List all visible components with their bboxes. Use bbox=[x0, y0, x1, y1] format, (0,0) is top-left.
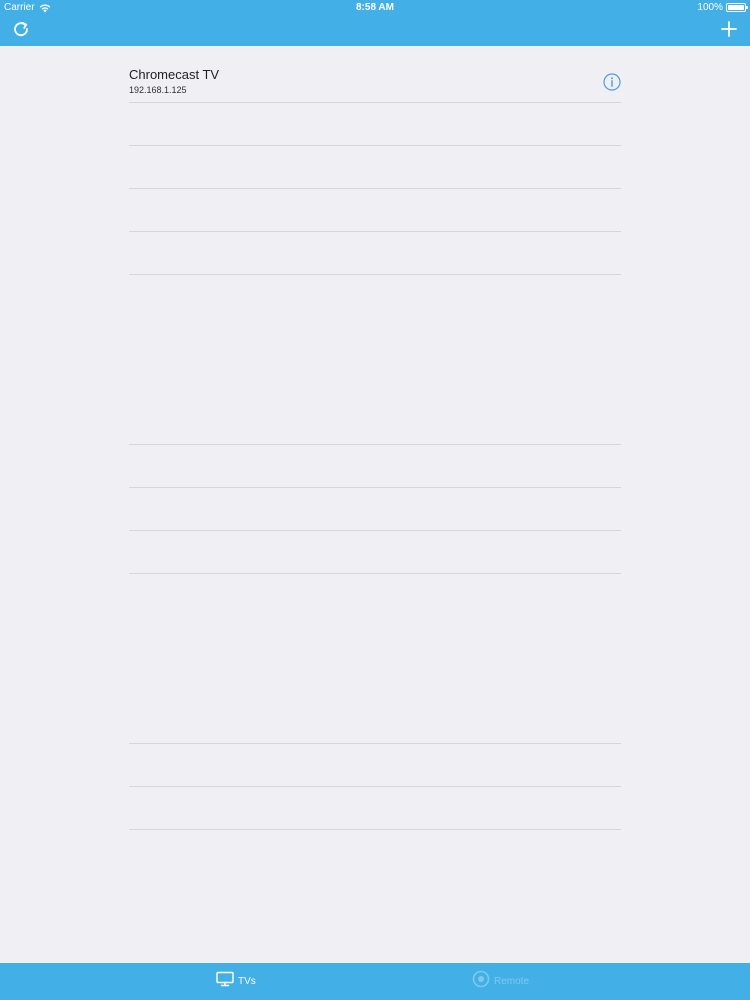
empty-row bbox=[129, 488, 621, 531]
device-name: Chromecast TV bbox=[129, 67, 220, 82]
empty-row bbox=[129, 232, 621, 275]
navigation-bar: Carrier 8:58 AM 100% bbox=[0, 0, 750, 46]
status-bar: Carrier 8:58 AM 100% bbox=[0, 0, 750, 16]
remote-icon bbox=[472, 970, 490, 993]
tab-bar: TVs Remote bbox=[0, 963, 750, 1000]
tab-remote[interactable]: Remote bbox=[472, 963, 529, 1000]
empty-row bbox=[129, 445, 621, 488]
tab-label: TVs bbox=[238, 976, 256, 987]
refresh-icon bbox=[12, 20, 30, 43]
empty-row bbox=[129, 189, 621, 232]
battery-percent: 100% bbox=[697, 2, 723, 13]
info-icon[interactable] bbox=[603, 73, 621, 91]
device-ip: 192.168.1.125 bbox=[129, 85, 187, 95]
tab-label: Remote bbox=[494, 976, 530, 987]
refresh-button[interactable] bbox=[8, 18, 34, 44]
device-row[interactable]: Chromecast TV 192.168.1.125 bbox=[129, 47, 621, 103]
device-list: Chromecast TV 192.168.1.125 bbox=[129, 47, 621, 830]
empty-row bbox=[129, 744, 621, 787]
tab-tvs[interactable]: TVs bbox=[216, 963, 256, 1000]
empty-row bbox=[129, 402, 621, 445]
empty-row bbox=[129, 701, 621, 744]
empty-row bbox=[129, 531, 621, 574]
add-device-button[interactable] bbox=[716, 18, 742, 44]
tv-icon bbox=[216, 971, 234, 992]
status-time: 8:58 AM bbox=[356, 2, 394, 13]
battery-group: 100% bbox=[697, 0, 748, 15]
empty-row bbox=[129, 103, 621, 146]
battery-icon bbox=[726, 3, 748, 12]
empty-row bbox=[129, 787, 621, 830]
plus-icon bbox=[720, 20, 738, 43]
empty-row bbox=[129, 146, 621, 189]
